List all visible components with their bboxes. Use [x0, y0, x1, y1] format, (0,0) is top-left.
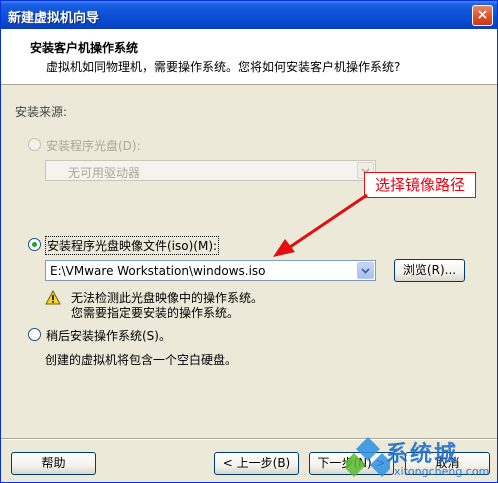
close-button[interactable]: × [472, 5, 493, 26]
later-option-description: 创建的虚拟机将包含一个空白硬盘。 [45, 353, 238, 367]
iso-option-label[interactable]: 安装程序光盘映像文件(iso)(M): [44, 236, 220, 255]
wizard-header: 安装客户机操作系统 虚拟机如同物理机，需要操作系统。您将如何安装客户机操作系统? [1, 29, 497, 85]
watermark-url: xitongcheng.com [394, 465, 490, 478]
window-title: 新建虚拟机向导 [8, 11, 100, 26]
iso-path-select[interactable]: E:\VMware Workstation\windows.iso [45, 260, 376, 281]
warning-text-line2: 您需要指定要安装的操作系统。 [71, 306, 240, 320]
title-bar[interactable]: 新建虚拟机向导 × [1, 1, 497, 29]
header-description: 虚拟机如同物理机，需要操作系统。您将如何安装客户机操作系统? [46, 60, 401, 74]
watermark-logo-icon [346, 437, 390, 477]
wizard-window: 新建虚拟机向导 × 安装客户机操作系统 虚拟机如同物理机，需要操作系统。您将如何… [0, 0, 498, 483]
disc-radio[interactable] [28, 138, 41, 151]
later-radio[interactable] [28, 328, 41, 341]
drive-select[interactable]: 无可用驱动器 [45, 160, 376, 181]
watermark: 系统城 xitongcheng.com [346, 433, 496, 483]
header-title: 安装客户机操作系统 [30, 41, 139, 55]
annotation-label: 选择镜像路径 [364, 172, 476, 198]
disc-option-label: 安装程序光盘(D): [46, 139, 141, 153]
browse-button[interactable]: 浏览(R)... [394, 259, 465, 282]
install-source-label: 安装来源: [15, 105, 68, 119]
watermark-text: 系统城 [386, 442, 459, 467]
help-button[interactable]: 帮助 [11, 452, 96, 475]
close-icon: × [476, 7, 489, 23]
iso-dropdown-button[interactable] [357, 262, 374, 279]
drive-select-value: 无可用驱动器 [68, 166, 141, 180]
iso-path-value[interactable]: E:\VMware Workstation\windows.iso [50, 264, 266, 278]
warning-icon [45, 290, 61, 305]
chevron-down-icon [361, 268, 370, 274]
annotation-arrow-icon [273, 193, 368, 257]
back-button[interactable]: < 上一步(B) [214, 452, 299, 475]
iso-radio[interactable] [28, 238, 41, 251]
later-option-label[interactable]: 稍后安装操作系统(S)。 [46, 327, 171, 344]
